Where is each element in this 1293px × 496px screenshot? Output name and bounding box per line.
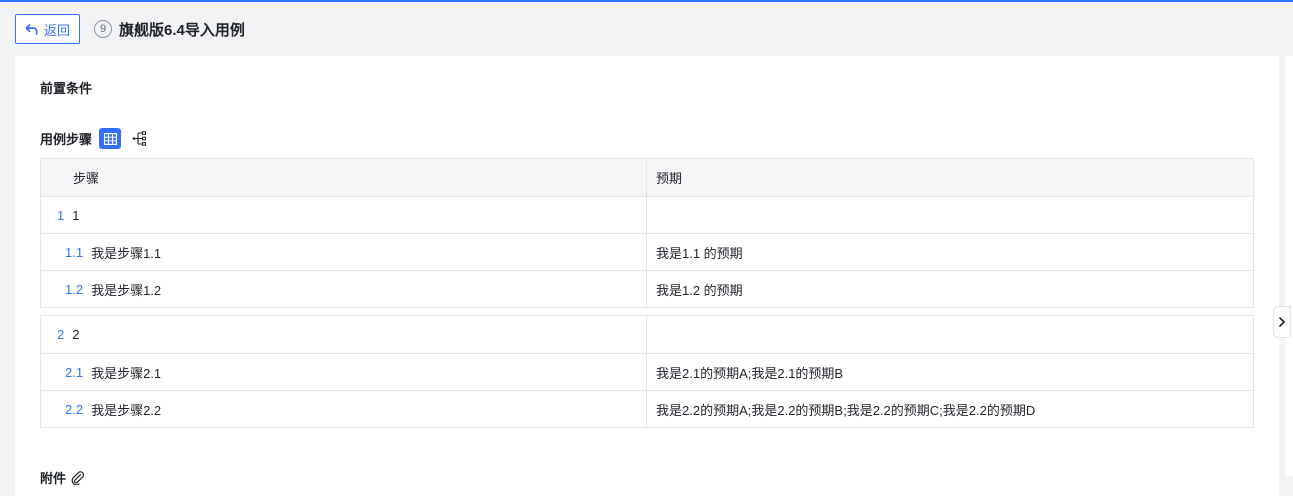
step-number: 2.2 xyxy=(65,401,84,417)
chevron-right-icon xyxy=(1279,317,1285,327)
table-row[interactable]: 2.1 我是步骤2.1 我是2.1的预期A;我是2.1的预期B xyxy=(41,353,1253,390)
column-header-expected: 预期 xyxy=(656,171,683,186)
steps-table-group-2: 2 2 2.1 我是步骤2.1 我是2.1的预期A;我是2.1的预期B 2.2 … xyxy=(40,315,1254,428)
case-detail-panel: 前置条件 用例步骤 步骤 预期 1 1 1.1 我是步骤1.1 我是1.1 的预… xyxy=(15,56,1279,496)
tree-view-icon xyxy=(132,131,146,146)
preconditions-label: 前置条件 xyxy=(40,81,93,96)
table-header-row: 步骤 预期 xyxy=(41,159,1253,196)
step-number: 1 xyxy=(57,207,65,223)
table-row[interactable]: 2 2 xyxy=(41,316,1253,353)
step-text: 2 xyxy=(72,327,80,342)
table-view-button[interactable] xyxy=(99,128,122,149)
back-button[interactable]: 返回 xyxy=(15,14,81,44)
expected-cell xyxy=(647,197,1253,233)
back-arrow-icon xyxy=(25,23,38,35)
step-text: 我是步骤2.1 xyxy=(91,365,162,381)
table-view-icon xyxy=(103,132,117,145)
expected-cell: 我是2.1的预期A;我是2.1的预期B xyxy=(656,365,844,381)
steps-table-group-1: 步骤 预期 1 1 1.1 我是步骤1.1 我是1.1 的预期 1.2 我是步骤… xyxy=(40,158,1254,308)
steps-header: 用例步骤 xyxy=(40,128,148,149)
table-row[interactable]: 1.1 我是步骤1.1 我是1.1 的预期 xyxy=(41,233,1253,270)
step-text: 我是步骤1.1 xyxy=(91,245,162,261)
page-header: 返回 9 旗舰版6.4导入用例 xyxy=(0,2,1293,56)
case-number-badge: 9 xyxy=(94,20,113,38)
table-row[interactable]: 1 1 xyxy=(41,196,1253,233)
expected-cell: 我是1.1 的预期 xyxy=(656,245,743,261)
expected-cell: 我是2.2的预期A;我是2.2的预期B;我是2.2的预期C;我是2.2的预期D xyxy=(656,402,1036,418)
attachments-label: 附件 xyxy=(40,471,67,486)
step-number: 1.2 xyxy=(65,281,84,297)
paperclip-icon[interactable] xyxy=(70,470,85,485)
step-text: 我是步骤1.2 xyxy=(91,282,162,298)
steps-label: 用例步骤 xyxy=(40,132,93,147)
back-button-label: 返回 xyxy=(44,22,71,38)
tree-view-button[interactable] xyxy=(130,130,148,148)
step-text: 1 xyxy=(72,207,80,223)
column-header-step: 步骤 xyxy=(41,159,647,196)
side-panel-toggle[interactable] xyxy=(1273,306,1291,338)
table-row[interactable]: 1.2 我是步骤1.2 我是1.2 的预期 xyxy=(41,270,1253,307)
table-row[interactable]: 2.2 我是步骤2.2 我是2.2的预期A;我是2.2的预期B;我是2.2的预期… xyxy=(41,390,1253,427)
right-panel-edge xyxy=(1285,56,1293,476)
step-number: 2 xyxy=(57,327,65,342)
page-title: 旗舰版6.4导入用例 xyxy=(119,21,245,39)
expected-cell xyxy=(647,316,1253,353)
expected-cell: 我是1.2 的预期 xyxy=(656,282,743,298)
step-number: 2.1 xyxy=(65,364,84,380)
attachments-header: 附件 xyxy=(40,468,85,487)
step-number: 1.1 xyxy=(65,244,84,260)
step-text: 我是步骤2.2 xyxy=(91,402,162,418)
